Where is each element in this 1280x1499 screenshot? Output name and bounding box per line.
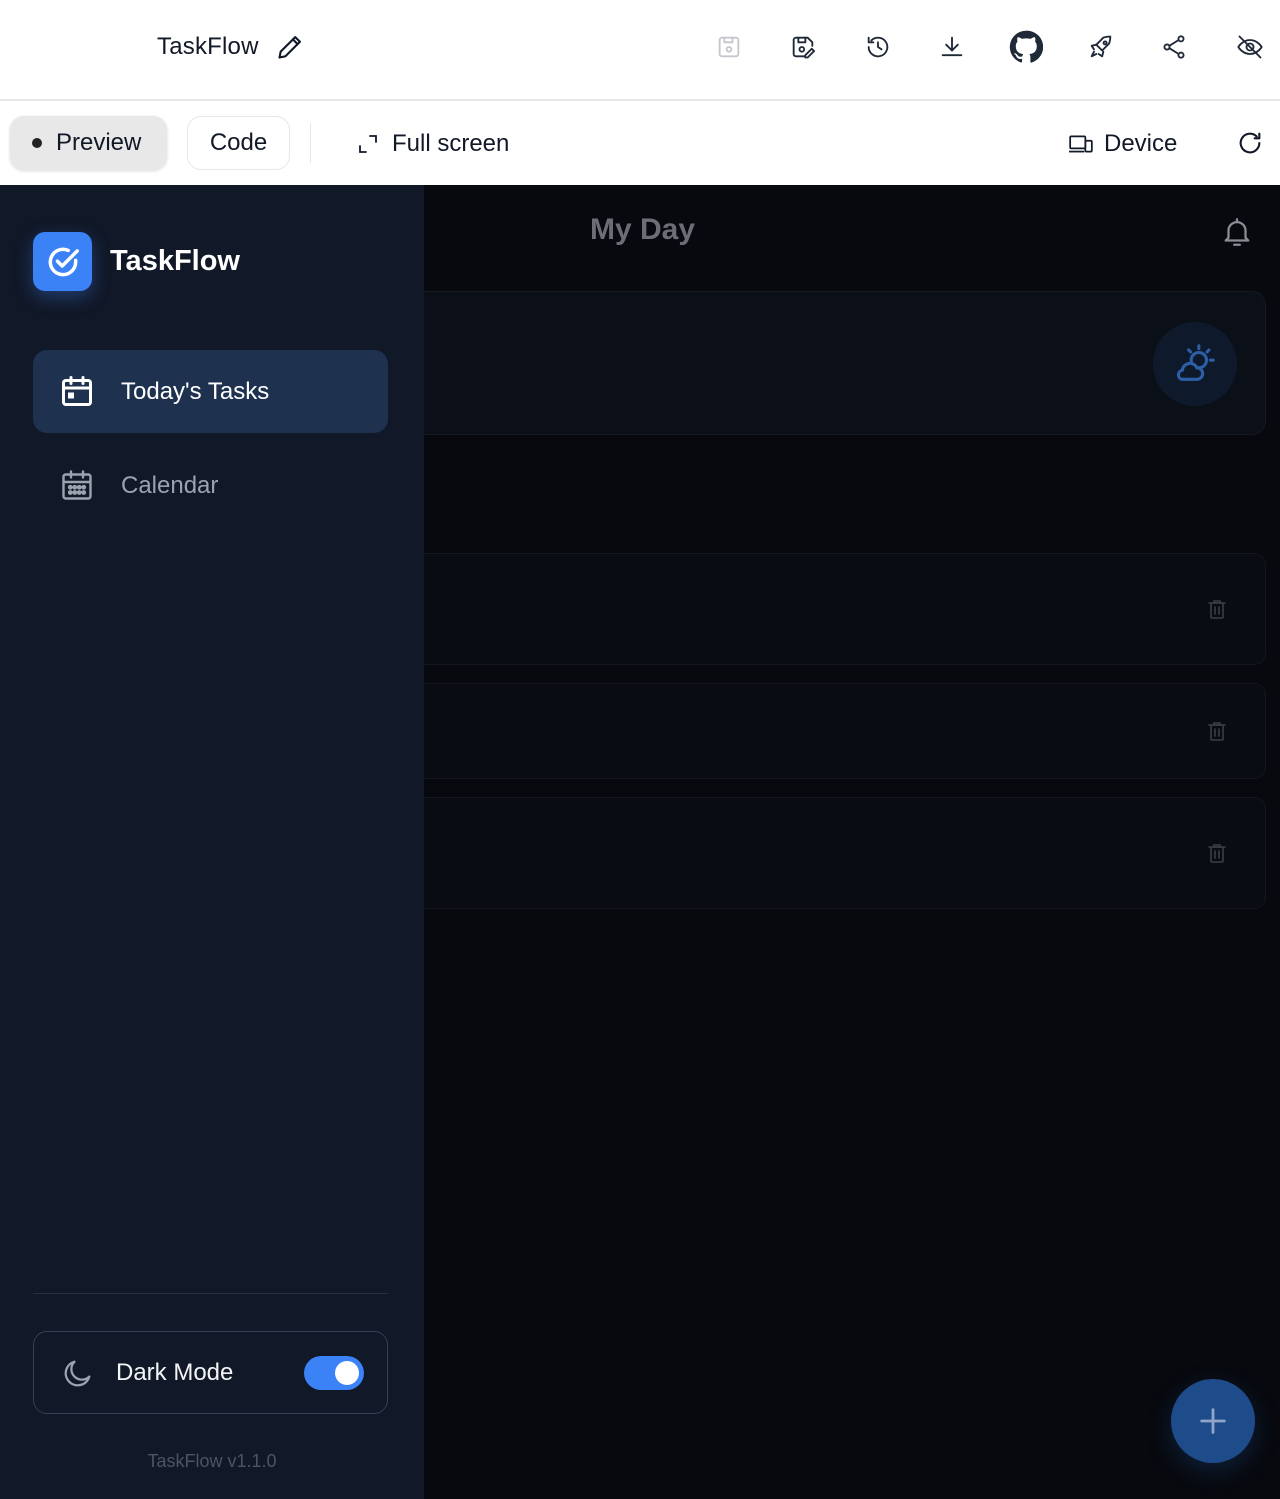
task-card[interactable]: [380, 683, 1266, 779]
app-preview: My Day TaskFlow Today's Tasks Calendar D…: [0, 185, 1280, 1499]
bell-icon[interactable]: [1220, 213, 1254, 251]
trash-icon[interactable]: [1205, 596, 1229, 622]
dark-mode-switch[interactable]: [304, 1356, 364, 1390]
device-label: Device: [1104, 130, 1178, 157]
app-logo: [33, 232, 92, 291]
sidebar-item-label: Today's Tasks: [121, 377, 270, 405]
project-title[interactable]: TaskFlow: [157, 33, 259, 61]
active-dot: [32, 138, 42, 148]
sidebar-item-calendar[interactable]: Calendar: [33, 444, 388, 527]
device-icon: [1069, 135, 1093, 153]
weather-card: [380, 291, 1266, 435]
dark-mode-toggle-row[interactable]: Dark Mode: [33, 1331, 388, 1414]
share-icon[interactable]: [1158, 31, 1190, 63]
history-icon[interactable]: [862, 31, 894, 63]
trash-icon[interactable]: [1205, 840, 1229, 866]
page-title: My Day: [590, 213, 696, 246]
fullscreen-button[interactable]: Full screen: [356, 128, 509, 160]
hide-icon[interactable]: [1234, 31, 1266, 63]
editor-topbar: TaskFlow: [0, 0, 1280, 101]
sidebar: TaskFlow Today's Tasks Calendar Dark Mod…: [0, 185, 424, 1499]
calendar-day-icon: [59, 372, 95, 410]
weather-badge: [1153, 322, 1237, 406]
download-icon[interactable]: [936, 31, 968, 63]
refresh-icon[interactable]: [1236, 129, 1264, 157]
code-tab[interactable]: Code: [187, 116, 290, 170]
device-button[interactable]: Device: [1068, 128, 1177, 160]
brand-name: TaskFlow: [110, 245, 240, 277]
fullscreen-label: Full screen: [392, 130, 510, 157]
calendar-icon: [59, 466, 95, 504]
edit-icon[interactable]: [276, 33, 304, 61]
code-tab-label: Code: [209, 129, 268, 156]
save-icon[interactable]: [713, 31, 745, 63]
fullscreen-icon: [359, 135, 377, 153]
check-circle-icon: [48, 247, 79, 276]
task-card[interactable]: [380, 797, 1266, 909]
github-icon[interactable]: [1008, 29, 1044, 65]
sidebar-item-label: Calendar: [121, 471, 219, 499]
add-task-button[interactable]: [1171, 1379, 1255, 1463]
dark-mode-label: Dark Mode: [116, 1359, 234, 1386]
plus-icon: [1200, 1408, 1226, 1434]
sun-cloud-icon: [1176, 344, 1215, 381]
switch-knob: [335, 1361, 359, 1385]
deploy-icon[interactable]: [1085, 31, 1117, 63]
preview-toolbar: Preview Code Full screen Device: [0, 101, 1280, 185]
moon-icon: [61, 1356, 95, 1390]
task-card[interactable]: [380, 553, 1266, 665]
app-version: TaskFlow v1.1.0: [147, 1451, 277, 1471]
trash-icon[interactable]: [1205, 718, 1229, 744]
save-edit-icon[interactable]: [787, 31, 819, 63]
sidebar-divider: [33, 1293, 388, 1294]
preview-tab[interactable]: Preview: [10, 116, 167, 170]
preview-tab-label: Preview: [56, 129, 142, 156]
toolbar-divider: [310, 123, 311, 163]
sidebar-item-todays-tasks[interactable]: Today's Tasks: [33, 350, 388, 433]
